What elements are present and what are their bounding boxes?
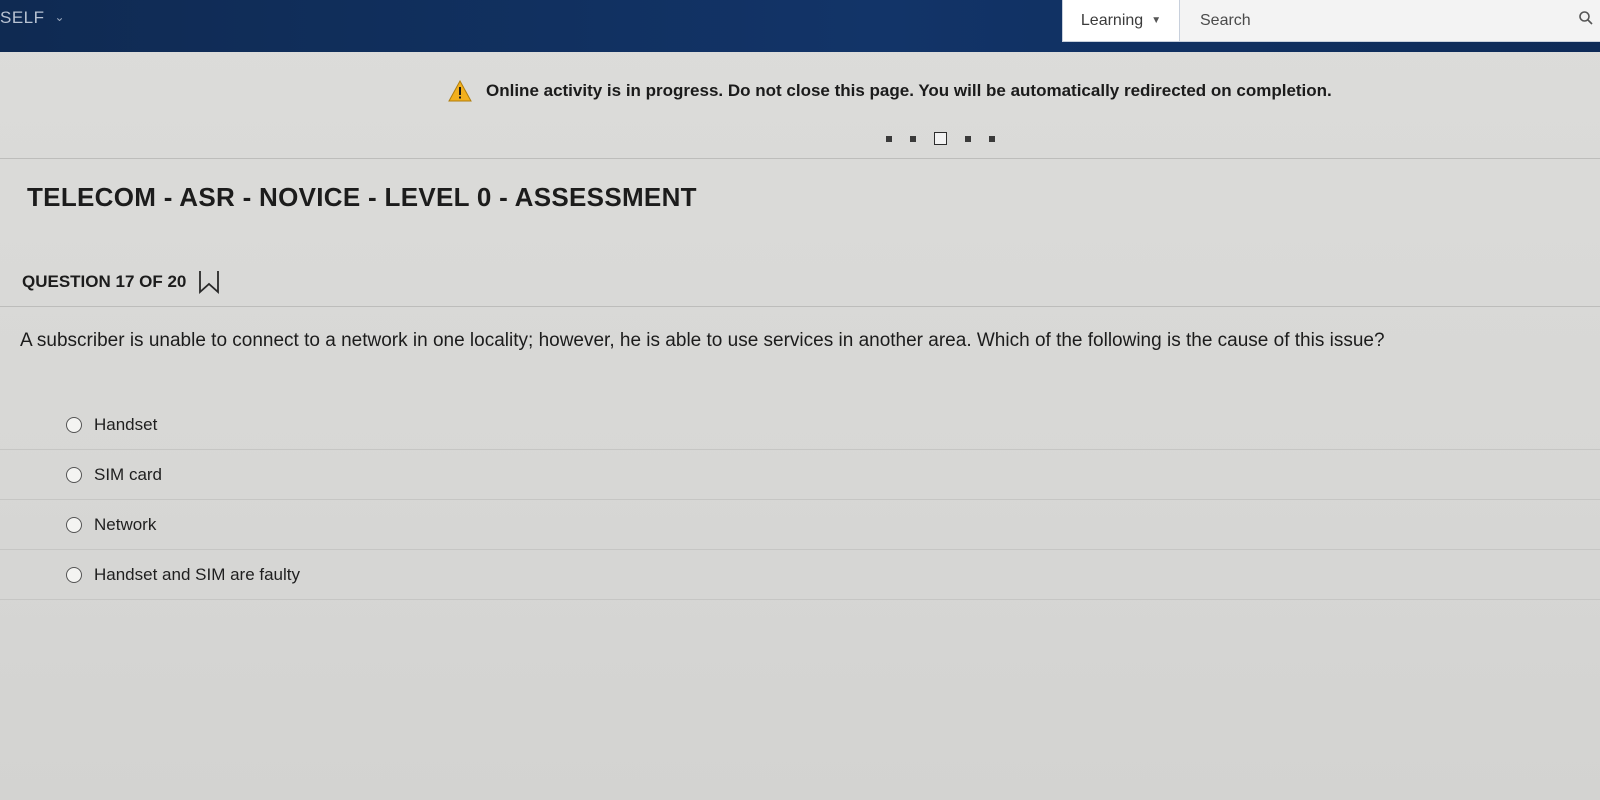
answer-option-label: Network	[94, 514, 157, 534]
assessment-title: TELECOM - ASR - NOVICE - LEVEL 0 - ASSES…	[27, 182, 697, 212]
brand-menu[interactable]: SELF ⌄	[0, 8, 65, 28]
answer-option-label: Handset	[94, 414, 158, 434]
radio-button[interactable]	[66, 516, 82, 533]
learning-dropdown-button[interactable]: Learning ▼	[1062, 0, 1180, 42]
radio-button[interactable]	[66, 416, 82, 433]
progress-step	[910, 135, 916, 142]
search-box	[1180, 0, 1600, 42]
radio-button[interactable]	[66, 466, 82, 483]
progress-step	[989, 135, 995, 142]
top-nav-bar: SELF ⌄ Learning ▼	[0, 0, 1600, 52]
question-counter: QUESTION 17 OF 20	[22, 270, 220, 294]
learning-label: Learning	[1080, 11, 1144, 29]
activity-alert: Online activity is in progress. Do not c…	[448, 80, 1332, 102]
answer-option[interactable]: Network	[0, 500, 1600, 550]
radio-button[interactable]	[66, 566, 82, 583]
answer-option-label: Handset and SIM are faulty	[94, 564, 301, 584]
divider	[0, 158, 1600, 159]
progress-step	[886, 135, 892, 142]
search-icon[interactable]	[1578, 10, 1594, 26]
progress-step-current	[934, 132, 947, 145]
question-number: QUESTION 17 OF 20	[22, 272, 187, 291]
brand-label: SELF	[0, 8, 45, 27]
answer-option-label: SIM card	[94, 464, 163, 484]
answer-option[interactable]: SIM card	[0, 450, 1600, 500]
bookmark-icon[interactable]	[198, 270, 220, 294]
answer-option[interactable]: Handset	[0, 400, 1600, 450]
page: SELF ⌄ Learning ▼ Online activity is in …	[0, 0, 1600, 800]
answer-options: Handset SIM card Network Handset and SIM…	[0, 400, 1600, 600]
answer-option[interactable]: Handset and SIM are faulty	[0, 550, 1600, 600]
question-text: A subscriber is unable to connect to a n…	[20, 330, 1385, 351]
warning-icon	[448, 80, 472, 102]
progress-step	[965, 135, 971, 142]
alert-message: Online activity is in progress. Do not c…	[486, 81, 1332, 100]
search-input[interactable]	[1180, 10, 1562, 31]
chevron-down-icon: ⌄	[54, 10, 66, 24]
divider	[0, 306, 1600, 307]
progress-indicator	[886, 132, 995, 145]
caret-down-icon: ▼	[1151, 15, 1162, 26]
